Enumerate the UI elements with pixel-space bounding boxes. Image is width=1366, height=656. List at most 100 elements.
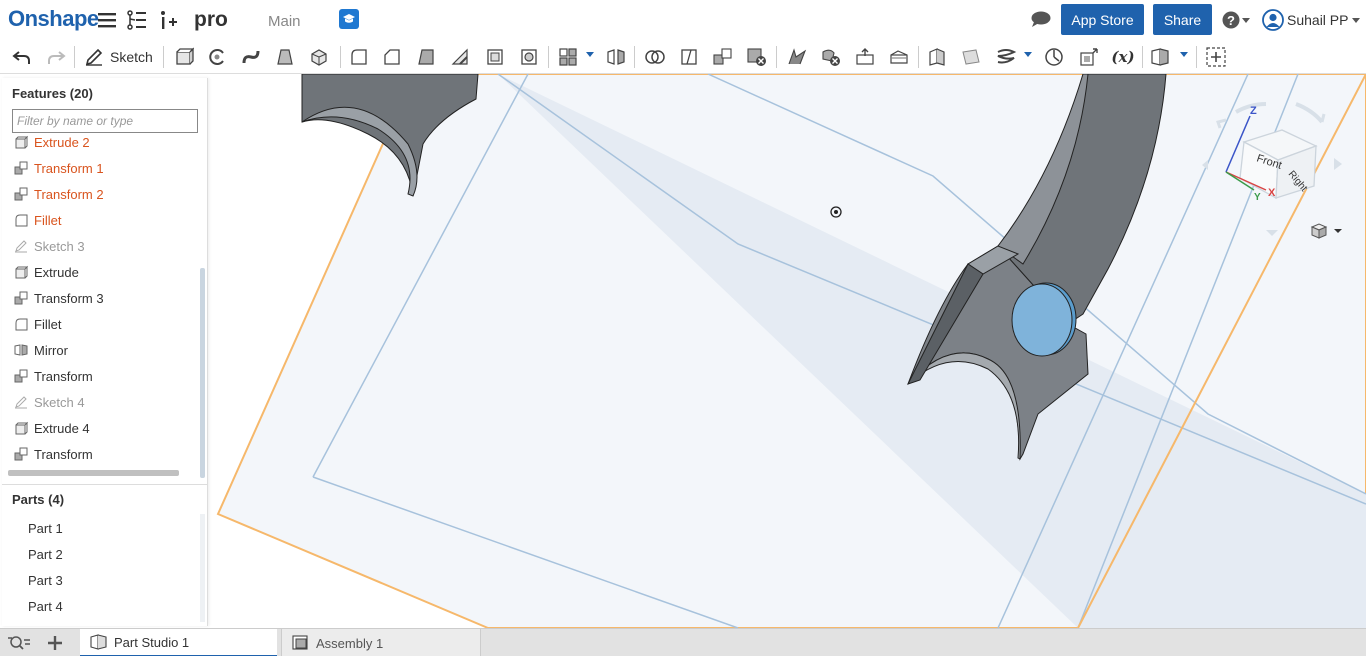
help-icon[interactable]: ? [1222,10,1252,33]
pattern-icon[interactable] [556,45,580,69]
move-face-icon[interactable] [853,45,877,69]
rib-icon[interactable] [448,45,472,69]
shaded-cube-icon [1310,223,1328,239]
variable-icon[interactable]: (x) [1110,45,1136,69]
tab-manager-icon[interactable] [8,635,30,654]
transform-icon [14,447,28,461]
parts-title[interactable]: Parts (4) [12,492,64,507]
feature-item[interactable]: Extrude [14,261,79,283]
plane-icon[interactable] [925,45,949,69]
redo-icon[interactable] [44,45,68,69]
fillet-icon[interactable] [347,45,371,69]
undo-icon[interactable] [10,45,34,69]
toolbar-divider [340,46,341,68]
custom-features-dropdown-icon[interactable] [1180,52,1188,57]
shell-icon[interactable] [483,45,507,69]
axis-x-label: X [1268,187,1276,199]
app-store-button[interactable]: App Store [1061,4,1144,35]
rotate-right-arrow-icon[interactable] [1295,102,1324,124]
boolean-icon[interactable] [643,45,667,69]
helix-icon[interactable] [994,45,1018,69]
feature-item[interactable]: Transform 1 [14,157,104,179]
pan-left-icon[interactable] [1202,160,1208,170]
transform-icon[interactable] [711,45,735,69]
feature-item[interactable]: Transform [14,365,93,387]
feature-item[interactable]: Transform [14,443,93,465]
revolve-icon[interactable] [205,45,229,69]
feature-filter-input[interactable] [12,109,198,133]
model-canvas[interactable] [208,74,1366,628]
sketch-button[interactable]: Sketch [84,44,153,70]
feature-item[interactable]: Sketch 3 [14,235,85,257]
features-title[interactable]: Features (20) [12,86,93,101]
insert-icon[interactable] [156,8,180,32]
pan-right-icon[interactable] [1334,158,1342,170]
feature-list-scrollbar[interactable] [200,268,205,478]
part-list-item[interactable]: Part 4 [28,596,63,616]
delete-part-icon[interactable] [745,45,769,69]
sweep-icon[interactable] [239,45,263,69]
part-list-item[interactable]: Part 2 [28,544,63,564]
onshape-logo[interactable]: Onshape [8,6,99,32]
toolbar-divider [74,46,75,68]
chamfer-icon[interactable] [380,45,404,69]
part-list-item[interactable]: Part 1 [28,518,63,538]
delete-face-icon[interactable] [819,45,843,69]
pan-down-icon[interactable] [1266,230,1278,236]
modify-fillet-icon[interactable] [785,45,809,69]
split-icon[interactable] [677,45,701,69]
extrude-icon[interactable] [172,45,196,69]
feature-item[interactable]: Fillet [14,209,61,231]
feature-tree-panel: Features (20) Extrude 2 Transform 1 Tran… [2,78,208,626]
feature-item[interactable]: Fillet [14,313,61,335]
share-button[interactable]: Share [1153,4,1212,35]
toolbar-divider [634,46,635,68]
toolbar-divider [918,46,919,68]
workspace-name[interactable]: Main [268,13,301,30]
version-graph-icon[interactable] [125,8,149,32]
feature-item[interactable]: Mirror [14,339,68,361]
rotate-left-arrow-icon[interactable] [1216,118,1227,129]
sketch-label: Sketch [110,49,153,65]
sketch-icon [14,239,28,253]
mate-connector-icon[interactable] [959,45,983,69]
feature-item[interactable]: Transform 3 [14,287,104,309]
onshape-app: Onshape pro Main App Store Share ? Suhai… [0,0,1366,656]
add-tab-icon[interactable] [46,634,64,655]
feature-item[interactable]: Extrude 4 [14,417,90,439]
view-mode-dropdown[interactable] [1310,222,1342,240]
fillet-icon [14,213,28,227]
fillet-icon [14,317,28,331]
thicken-icon[interactable] [307,45,331,69]
learning-center-icon[interactable] [339,9,359,29]
feature-list-horizontal-scrollbar[interactable] [8,470,179,476]
part-list-item[interactable]: Part 3 [28,570,63,590]
draft-icon[interactable] [414,45,438,69]
document-name[interactable]: pro [194,8,228,32]
user-menu[interactable]: Suhail PP [1262,9,1361,31]
feature-item[interactable]: Extrude 2 [14,134,90,153]
pattern-dropdown-icon[interactable] [586,52,594,57]
loft-icon[interactable] [273,45,297,69]
part-studio-icon [90,634,107,650]
measure-icon[interactable] [1042,45,1066,69]
add-custom-feature-icon[interactable] [1204,45,1228,69]
hole-icon[interactable] [517,45,541,69]
transform-icon [14,161,28,175]
parts-list-scrollbar[interactable] [200,514,205,622]
replace-face-icon[interactable] [887,45,911,69]
tab-part-studio-1[interactable]: Part Studio 1 [80,629,277,656]
curve-dropdown-icon[interactable] [1024,52,1032,57]
graphics-viewport[interactable] [208,74,1366,628]
custom-features-icon[interactable] [1149,45,1173,69]
feature-item[interactable]: Transform 2 [14,183,104,205]
feature-list: Extrude 2 Transform 1 Transform 2 Fillet… [2,134,198,474]
tab-assembly-1[interactable]: Assembly 1 [281,629,481,656]
part-3-pin[interactable] [1011,282,1077,357]
derived-icon[interactable] [1077,45,1101,69]
comments-icon[interactable] [1030,10,1052,31]
feature-item[interactable]: Sketch 4 [14,391,85,413]
mirror-icon[interactable] [604,45,628,69]
view-cube[interactable]: Front Right Z X Y [1196,98,1346,238]
menu-icon[interactable] [95,8,119,32]
